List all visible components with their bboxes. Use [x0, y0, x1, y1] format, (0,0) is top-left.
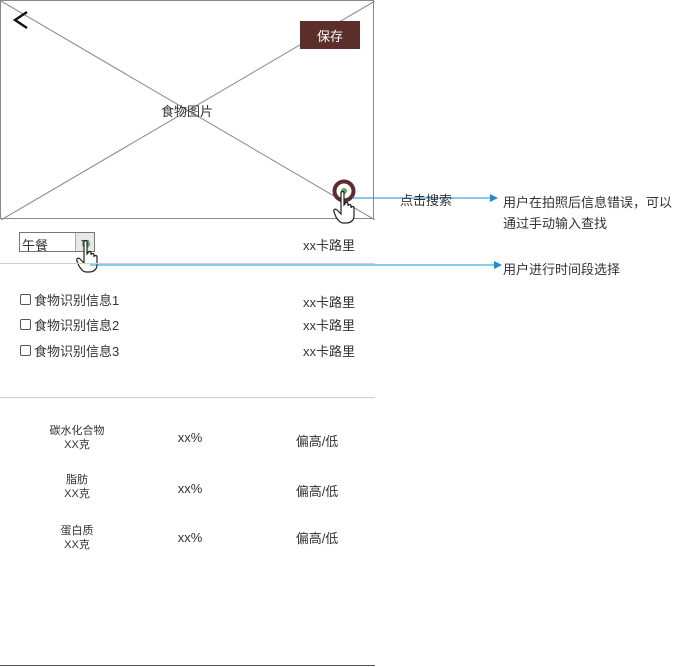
annotation-search-action: 点击搜索	[400, 193, 453, 208]
annotation-search-desc-line1: 用户在拍照后信息错误，可以	[503, 195, 673, 210]
annotation-arrows	[90, 194, 502, 269]
arrowhead	[490, 194, 498, 202]
arrowhead	[494, 261, 502, 269]
annotation-search-desc-line2: 通过手动输入查找	[503, 216, 608, 231]
annotation-meal-desc: 用户进行时间段选择	[503, 262, 621, 277]
